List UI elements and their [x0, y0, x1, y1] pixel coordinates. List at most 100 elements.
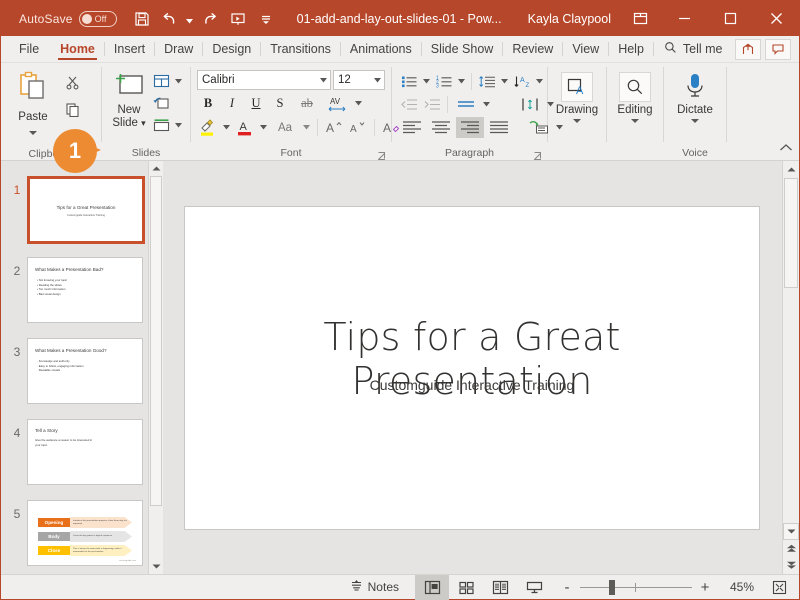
paste-dropdown-icon[interactable]: [29, 123, 37, 141]
editing-button[interactable]: Editing: [613, 68, 657, 125]
line-spacing-icon[interactable]: [476, 71, 498, 92]
thumbnail-scrollbar[interactable]: [148, 161, 163, 574]
text-direction-icon[interactable]: AZ: [511, 71, 533, 92]
align-center-icon[interactable]: [456, 117, 484, 138]
tab-design[interactable]: Design: [203, 36, 260, 62]
slide-sorter-icon[interactable]: [449, 575, 483, 600]
font-dialog-launcher[interactable]: [377, 148, 387, 160]
comments-icon[interactable]: [765, 38, 791, 60]
align-text-icon[interactable]: [452, 94, 480, 115]
customize-qat-icon[interactable]: [253, 7, 279, 31]
reset-icon[interactable]: [150, 93, 172, 114]
decrease-indent-icon[interactable]: [398, 94, 420, 115]
align-vertical-icon[interactable]: [516, 94, 544, 115]
reading-view-icon[interactable]: [483, 575, 517, 600]
autosave-control[interactable]: AutoSave Off: [19, 10, 117, 27]
tab-view[interactable]: View: [563, 36, 608, 62]
scroll-up-icon[interactable]: [149, 161, 163, 176]
collapse-ribbon-icon[interactable]: [779, 140, 793, 158]
layout-icon[interactable]: [150, 71, 172, 92]
slide-scrollbar[interactable]: [782, 161, 799, 574]
undo-icon[interactable]: [157, 7, 183, 31]
tab-review[interactable]: Review: [503, 36, 562, 62]
line-spacing-dropdown-icon[interactable]: [499, 71, 510, 92]
tell-me-box[interactable]: Tell me: [654, 36, 733, 62]
slide-thumbnail-2[interactable]: 2 What Makes a Presentation Bad? • Not k…: [1, 248, 163, 329]
section-icon[interactable]: [150, 115, 172, 136]
normal-view-icon[interactable]: [415, 574, 449, 600]
redo-icon[interactable]: [197, 7, 223, 31]
new-slide-button[interactable]: New Slide ▾: [108, 68, 150, 130]
increase-font-size-icon[interactable]: A: [323, 117, 345, 138]
tab-home[interactable]: Home: [51, 36, 104, 62]
drawing-button[interactable]: A Drawing: [554, 68, 600, 125]
paragraph-dialog-launcher[interactable]: [533, 148, 543, 160]
bullets-dropdown-icon[interactable]: [421, 71, 432, 92]
share-icon[interactable]: [735, 38, 761, 60]
slide-thumbnail-5[interactable]: 5 Opening Introduce the presentation pur…: [1, 491, 163, 572]
bullets-icon[interactable]: [398, 71, 420, 92]
drawing-dropdown-icon[interactable]: [573, 116, 581, 125]
dictate-button[interactable]: Dictate: [670, 68, 720, 125]
scroll-up-icon[interactable]: [783, 161, 799, 178]
ribbon-display-options-icon[interactable]: [619, 1, 661, 36]
character-spacing-dropdown-icon[interactable]: [353, 93, 364, 114]
fit-slide-to-window-icon[interactable]: [765, 575, 793, 600]
cut-icon[interactable]: [61, 72, 83, 93]
text-highlight-dropdown-icon[interactable]: [221, 117, 232, 138]
increase-indent-icon[interactable]: [421, 94, 443, 115]
decrease-font-size-icon[interactable]: A: [347, 117, 369, 138]
slide-thumbnail-4[interactable]: 4 Tell a Story Give the audience a reaso…: [1, 410, 163, 491]
tab-file[interactable]: File: [1, 36, 51, 62]
slide-editing-area[interactable]: Tips for a Great Presentation Customguid…: [163, 161, 799, 574]
text-shadow-icon[interactable]: S: [269, 93, 291, 114]
copy-icon[interactable]: [61, 99, 83, 120]
slide-subtitle-placeholder[interactable]: Customguide Interactive Training: [225, 377, 719, 393]
slide-scroll-track[interactable]: [783, 178, 799, 523]
scroll-down-icon[interactable]: [149, 559, 163, 574]
zoom-out-button[interactable]: -: [561, 579, 573, 596]
paste-button[interactable]: Paste: [7, 68, 59, 141]
character-spacing-icon[interactable]: AV: [323, 93, 351, 114]
save-icon[interactable]: [129, 7, 155, 31]
font-color-icon[interactable]: A: [234, 117, 256, 138]
tab-animations[interactable]: Animations: [341, 36, 421, 62]
layout-dropdown-icon[interactable]: [173, 71, 184, 92]
maximize-icon[interactable]: [707, 1, 753, 36]
justify-icon[interactable]: [485, 117, 513, 138]
tab-draw[interactable]: Draw: [155, 36, 202, 62]
font-size-dropdown-icon[interactable]: [370, 77, 384, 83]
editing-dropdown-icon[interactable]: [631, 116, 639, 125]
minimize-icon[interactable]: [661, 1, 707, 36]
underline-icon[interactable]: U: [245, 93, 267, 114]
dictate-dropdown-icon[interactable]: [691, 116, 699, 125]
zoom-slider-handle[interactable]: [609, 579, 615, 595]
text-highlight-icon[interactable]: [197, 117, 219, 138]
scroll-down-icon[interactable]: [783, 523, 799, 540]
tab-transitions[interactable]: Transitions: [261, 36, 340, 62]
notes-button[interactable]: Notes: [340, 575, 409, 600]
zoom-level-label[interactable]: 45%: [720, 580, 754, 594]
align-left-icon[interactable]: [398, 117, 426, 138]
align-center-icon-left[interactable]: [427, 117, 455, 138]
bold-icon[interactable]: B: [197, 93, 219, 114]
tab-slide-show[interactable]: Slide Show: [422, 36, 503, 62]
slide-show-icon[interactable]: [517, 575, 551, 600]
tab-help[interactable]: Help: [609, 36, 653, 62]
current-slide[interactable]: Tips for a Great Presentation Customguid…: [184, 205, 760, 530]
text-direction-dropdown-icon[interactable]: [534, 71, 545, 92]
user-account-name[interactable]: Kayla Claypool: [528, 12, 611, 26]
slide-scroll-thumb[interactable]: [784, 178, 798, 288]
tab-insert[interactable]: Insert: [105, 36, 154, 62]
font-name-combobox[interactable]: Calibri: [197, 70, 331, 90]
font-name-dropdown-icon[interactable]: [316, 77, 330, 83]
change-case-icon[interactable]: Aa: [271, 117, 299, 138]
zoom-in-button[interactable]: +: [699, 579, 711, 596]
numbering-dropdown-icon[interactable]: [456, 71, 467, 92]
start-presentation-icon[interactable]: [225, 7, 251, 31]
previous-slide-icon[interactable]: [783, 540, 799, 557]
thumbnail-scroll-track[interactable]: [149, 176, 163, 559]
numbering-icon[interactable]: 123: [433, 71, 455, 92]
align-text-dropdown-icon[interactable]: [481, 94, 492, 115]
italic-icon[interactable]: I: [221, 93, 243, 114]
